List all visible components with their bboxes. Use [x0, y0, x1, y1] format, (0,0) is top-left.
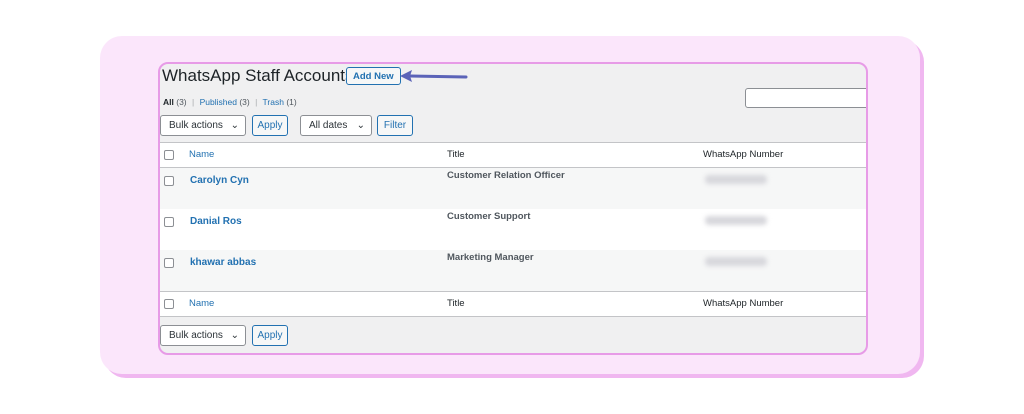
page-title: WhatsApp Staff Accounts	[162, 66, 354, 85]
apply-button-bottom[interactable]: Apply	[252, 325, 288, 346]
whatsapp-column-footer: WhatsApp Number	[703, 298, 784, 309]
arrow-left-icon	[400, 70, 468, 82]
account-title: Marketing Manager	[447, 252, 534, 263]
name-column-footer[interactable]: Name	[189, 298, 214, 309]
account-name-link[interactable]: khawar abbas	[190, 257, 256, 268]
row-checkbox[interactable]	[164, 176, 174, 186]
table-footer-row: Name Title WhatsApp Number	[160, 291, 866, 316]
view-all-link[interactable]: All	[163, 97, 174, 107]
row-checkbox[interactable]	[164, 258, 174, 268]
chevron-down-icon: ⌄	[356, 120, 365, 131]
view-separator: |	[192, 97, 195, 107]
bulk-actions-select-top[interactable]: Bulk actions ⌄	[160, 115, 246, 136]
view-trash-link[interactable]: Trash	[263, 97, 284, 107]
whatsapp-number-redacted	[705, 175, 767, 184]
account-title: Customer Support	[447, 211, 531, 222]
account-title: Customer Relation Officer	[447, 170, 565, 181]
whatsapp-number-redacted	[705, 257, 767, 266]
whatsapp-column-header: WhatsApp Number	[703, 149, 784, 160]
table-header-row: Name Title WhatsApp Number	[160, 143, 866, 168]
name-column-header[interactable]: Name	[189, 149, 214, 160]
bulk-actions-label: Bulk actions	[169, 330, 223, 341]
select-all-checkbox-footer[interactable]	[164, 299, 174, 309]
date-filter-label: All dates	[309, 120, 348, 131]
view-trash-count: (1)	[286, 97, 297, 107]
view-separator: |	[255, 97, 258, 107]
view-published-count: (3)	[239, 97, 250, 107]
apply-button-top[interactable]: Apply	[252, 115, 288, 136]
search-input[interactable]	[745, 88, 866, 108]
table-row: Danial Ros Customer Support	[160, 209, 866, 250]
bulk-actions-label: Bulk actions	[169, 120, 223, 131]
view-published-link[interactable]: Published	[200, 97, 237, 107]
table-row: khawar abbas Marketing Manager	[160, 250, 866, 291]
account-name-link[interactable]: Danial Ros	[190, 216, 242, 227]
chevron-down-icon: ⌄	[230, 120, 239, 131]
filter-button[interactable]: Filter	[377, 115, 413, 136]
row-checkbox[interactable]	[164, 217, 174, 227]
table-row: Carolyn Cyn Customer Relation Officer	[160, 168, 866, 209]
whatsapp-number-redacted	[705, 216, 767, 225]
accounts-table: Name Title WhatsApp Number Carolyn Cyn C…	[160, 142, 866, 317]
date-filter-select[interactable]: All dates ⌄	[300, 115, 372, 136]
title-column-footer: Title	[447, 298, 465, 309]
title-column-header: Title	[447, 149, 465, 160]
bulk-actions-select-bottom[interactable]: Bulk actions ⌄	[160, 325, 246, 346]
view-all-count: (3)	[176, 97, 187, 107]
add-new-button[interactable]: Add New	[346, 67, 401, 85]
wp-admin-list-panel: WhatsApp Staff Accounts Add New All (3) …	[158, 62, 868, 355]
account-name-link[interactable]: Carolyn Cyn	[190, 175, 249, 186]
chevron-down-icon: ⌄	[230, 330, 239, 341]
select-all-checkbox[interactable]	[164, 150, 174, 160]
view-filters: All (3) | Published (3) | Trash (1)	[163, 97, 297, 107]
